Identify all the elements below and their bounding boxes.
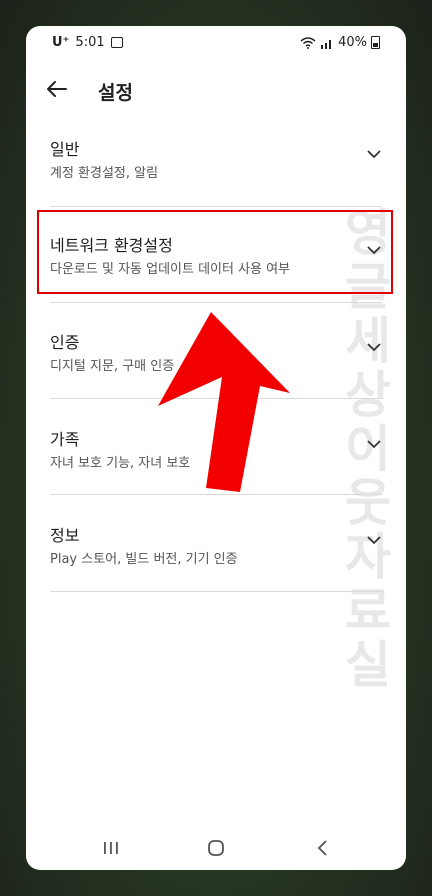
page-title: 설정 <box>98 82 133 104</box>
item-title: 가족 <box>50 430 80 449</box>
back-nav-icon[interactable] <box>308 836 338 860</box>
item-title: 정보 <box>50 526 80 545</box>
divider <box>50 206 382 207</box>
home-icon[interactable] <box>201 836 231 860</box>
divider <box>50 302 382 303</box>
settings-item-about[interactable]: 정보 Play 스토어, 빌드 버전, 기기 인증 <box>50 516 382 596</box>
chevron-down-icon[interactable] <box>364 337 384 357</box>
chevron-down-icon[interactable] <box>364 144 384 164</box>
wifi-icon <box>300 36 316 49</box>
status-bar: U⁺ 5:01 40% <box>26 26 406 60</box>
app-bar: 설정 <box>26 66 406 116</box>
item-title: 인증 <box>50 333 80 352</box>
gallery-notification-icon <box>110 37 123 48</box>
up-arrow-annotation <box>158 312 290 492</box>
item-title: 일반 <box>50 140 80 159</box>
item-subtitle: 계정 환경설정, 알림 <box>50 166 159 181</box>
signal-icon <box>321 39 332 49</box>
chevron-down-icon[interactable] <box>364 434 384 454</box>
navigation-bar <box>26 826 406 870</box>
settings-item-general[interactable]: 일반 계정 환경설정, 알림 <box>50 130 382 210</box>
battery-icon <box>371 36 380 49</box>
chevron-down-icon[interactable] <box>364 530 384 550</box>
clock: 5:01 <box>75 35 105 50</box>
recent-apps-icon[interactable] <box>96 836 126 860</box>
highlight-box <box>37 210 393 294</box>
phone-screen: U⁺ 5:01 40% 설정 영글세상이웃자료실 일반 계정 환경설정, 알림 … <box>26 26 406 870</box>
carrier-label: U⁺ <box>52 35 70 50</box>
back-arrow-icon[interactable] <box>42 74 72 104</box>
divider <box>50 591 382 592</box>
item-subtitle: Play 스토어, 빌드 버전, 기기 인증 <box>50 552 238 567</box>
battery-percent: 40% <box>338 35 367 50</box>
